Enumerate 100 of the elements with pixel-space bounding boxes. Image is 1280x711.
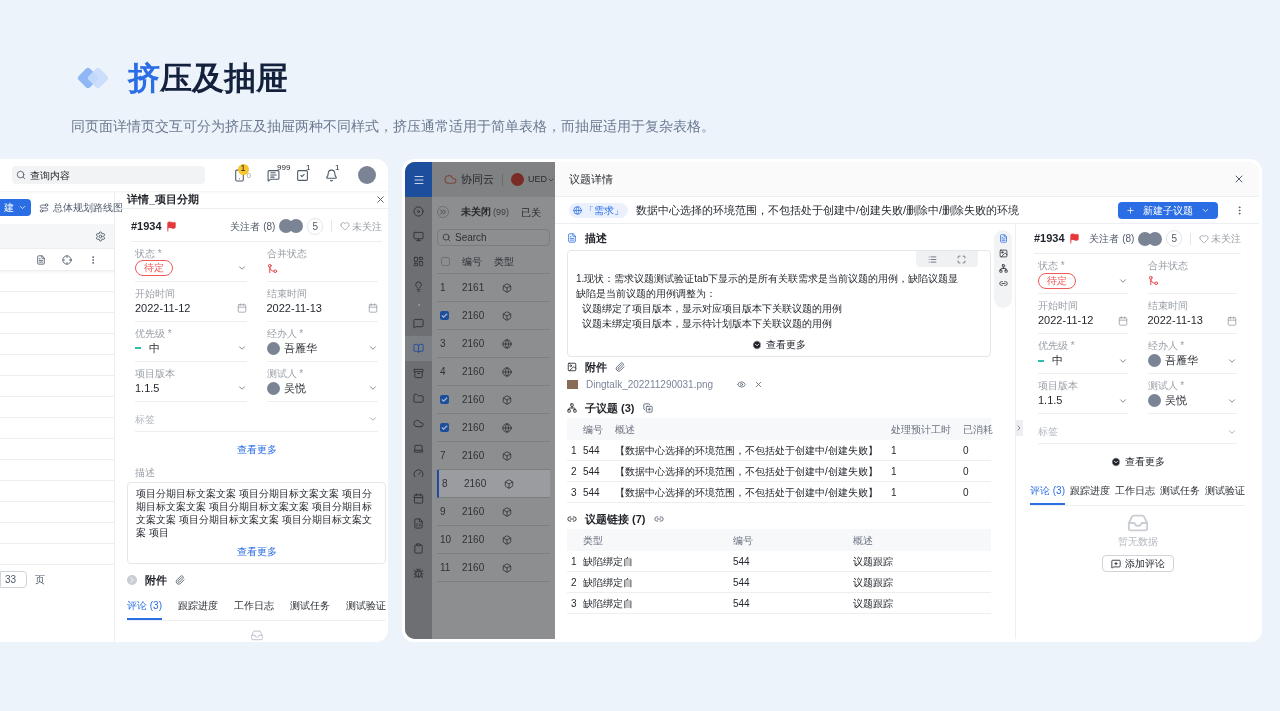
paperclip-icon[interactable] bbox=[175, 575, 185, 586]
page-input[interactable]: 33 bbox=[0, 571, 27, 588]
tab[interactable]: 评论 (3) bbox=[1030, 483, 1065, 505]
folder-icon bbox=[413, 393, 424, 404]
expand-icon[interactable] bbox=[437, 206, 449, 218]
field-label: 合并状态 bbox=[1147, 259, 1189, 272]
document-icon[interactable] bbox=[36, 254, 46, 265]
select-field[interactable]: 吾雁华 bbox=[1147, 352, 1237, 369]
tab[interactable]: 测试任务 bbox=[1160, 483, 1200, 505]
heart-icon bbox=[1199, 233, 1209, 244]
hierarchy-icon[interactable] bbox=[998, 264, 1008, 273]
select-field[interactable]: 1.1.5 bbox=[1038, 392, 1128, 409]
add-comment-button[interactable]: 添加评论 bbox=[1101, 555, 1174, 572]
file-link[interactable]: Dingtalk_202211290031.png bbox=[586, 377, 714, 392]
date-value: 2022-11-12 bbox=[135, 301, 191, 317]
section-title: 子议题 (3) bbox=[585, 400, 635, 416]
stamp-icon bbox=[413, 368, 424, 379]
select-field[interactable]: 吾雁华 bbox=[266, 339, 378, 357]
image-icon[interactable] bbox=[998, 249, 1008, 258]
table-row[interactable]: 8 2160 bbox=[437, 470, 550, 498]
see-more-button[interactable]: 查看更多 bbox=[1110, 454, 1165, 469]
gauge-icon bbox=[413, 468, 424, 479]
flag-icon bbox=[165, 220, 177, 232]
select-field[interactable]: 1.1.5 bbox=[135, 379, 247, 397]
field-label: 状态 * bbox=[135, 246, 163, 260]
see-more-link[interactable]: 查看更多 bbox=[236, 441, 277, 457]
see-more-button[interactable]: 查看更多 bbox=[752, 337, 806, 352]
table-cell-text: 2160 bbox=[462, 337, 485, 351]
tab[interactable]: 测试验证 bbox=[346, 598, 386, 621]
select-field[interactable]: 2022-11-12 bbox=[1038, 312, 1128, 329]
table-row[interactable]: 9 2160 bbox=[437, 498, 550, 526]
table-row[interactable]: 4 2160 bbox=[437, 358, 550, 386]
table-row[interactable]: 3 2160 bbox=[437, 330, 550, 358]
tab[interactable]: 跟踪进度 bbox=[1070, 483, 1110, 505]
new-subissue-button[interactable]: 新建子议题 bbox=[1118, 201, 1218, 219]
select-field[interactable]: 2022-11-13 bbox=[266, 299, 378, 317]
search-field[interactable]: Search bbox=[437, 229, 550, 246]
table-row[interactable]: 1 2161 bbox=[437, 274, 550, 302]
document-icon[interactable] bbox=[998, 234, 1008, 243]
tab[interactable]: 跟踪进度 bbox=[178, 598, 218, 621]
table-row[interactable]: 11 2160 bbox=[437, 554, 550, 582]
follow-button[interactable]: 未关注 bbox=[1199, 231, 1241, 246]
select-field[interactable]: 吴悦 bbox=[1147, 392, 1237, 409]
close-icon[interactable] bbox=[375, 193, 386, 205]
app-logo-text: 协同云 bbox=[461, 172, 494, 188]
search-field[interactable]: 查询内容 bbox=[12, 166, 205, 184]
new-button[interactable]: 建 bbox=[0, 199, 31, 216]
collapse-handle[interactable] bbox=[1015, 420, 1023, 436]
task-icon[interactable] bbox=[296, 168, 309, 182]
settings-icon[interactable] bbox=[95, 230, 106, 242]
see-more-link[interactable]: 查看更多 bbox=[236, 543, 277, 559]
close-icon[interactable] bbox=[1233, 173, 1245, 185]
table-row[interactable]: 2160 bbox=[437, 386, 550, 414]
row-number: 11 bbox=[440, 561, 451, 575]
tab[interactable]: 未关闭 (99) bbox=[461, 204, 509, 220]
select-field[interactable]: 待定 bbox=[1038, 272, 1128, 289]
list-icon[interactable] bbox=[928, 254, 937, 264]
select-field[interactable]: 2022-11-12 bbox=[135, 299, 247, 317]
table-cell-text: 2160 bbox=[464, 477, 487, 491]
tab[interactable]: 已关 bbox=[521, 204, 541, 220]
tab[interactable]: 测试任务 bbox=[290, 598, 330, 621]
table-cell: 缺陷绑定自 bbox=[583, 555, 633, 567]
follow-button[interactable]: 未关注 bbox=[340, 218, 382, 234]
remove-icon[interactable] bbox=[754, 380, 764, 389]
select-field[interactable]: 2022-11-13 bbox=[1147, 312, 1237, 329]
laptop-icon bbox=[413, 443, 424, 454]
menu-button[interactable] bbox=[405, 162, 432, 197]
message-icon[interactable] bbox=[267, 168, 280, 182]
eye-icon[interactable] bbox=[737, 380, 747, 389]
notification-count: 1 bbox=[335, 161, 340, 174]
table-row[interactable]: 10 2160 bbox=[437, 526, 550, 554]
checkbox-checked[interactable] bbox=[440, 311, 449, 320]
tab[interactable]: 测试验证 bbox=[1205, 483, 1245, 505]
crosshair-icon[interactable] bbox=[62, 254, 72, 265]
checkbox[interactable] bbox=[441, 256, 450, 266]
column-header: 编号 bbox=[733, 534, 753, 546]
table-row[interactable]: 2160 bbox=[437, 414, 550, 442]
table-row[interactable]: 2160 bbox=[437, 302, 550, 330]
avatar bbox=[1148, 231, 1163, 246]
select-field[interactable]: 吴悦 bbox=[266, 379, 378, 397]
select-value: 1.1.5 bbox=[135, 381, 160, 397]
checkbox-checked[interactable] bbox=[440, 423, 449, 432]
link-icon[interactable] bbox=[998, 279, 1008, 288]
add-subissue-icon[interactable] bbox=[642, 403, 653, 413]
select-field[interactable]: 中 bbox=[135, 339, 247, 357]
add-link-icon[interactable] bbox=[653, 514, 664, 524]
issue-id: #1934 bbox=[1034, 231, 1065, 247]
nav-item[interactable] bbox=[405, 336, 432, 361]
checkbox-checked[interactable] bbox=[440, 395, 449, 404]
tab[interactable]: 工作日志 bbox=[234, 598, 274, 621]
field-label: 优先级 * bbox=[1038, 339, 1076, 352]
tab[interactable]: 评论 (3) bbox=[127, 598, 162, 621]
paperclip-icon[interactable] bbox=[615, 362, 625, 372]
select-field[interactable]: 待定 bbox=[135, 259, 247, 277]
fullscreen-icon[interactable] bbox=[957, 254, 966, 264]
tab[interactable]: 工作日志 bbox=[1115, 483, 1155, 505]
image-icon bbox=[567, 362, 577, 372]
bell-icon[interactable] bbox=[325, 168, 338, 182]
org-selector[interactable]: UED bbox=[528, 172, 555, 187]
select-field[interactable]: 中 bbox=[1038, 352, 1128, 369]
